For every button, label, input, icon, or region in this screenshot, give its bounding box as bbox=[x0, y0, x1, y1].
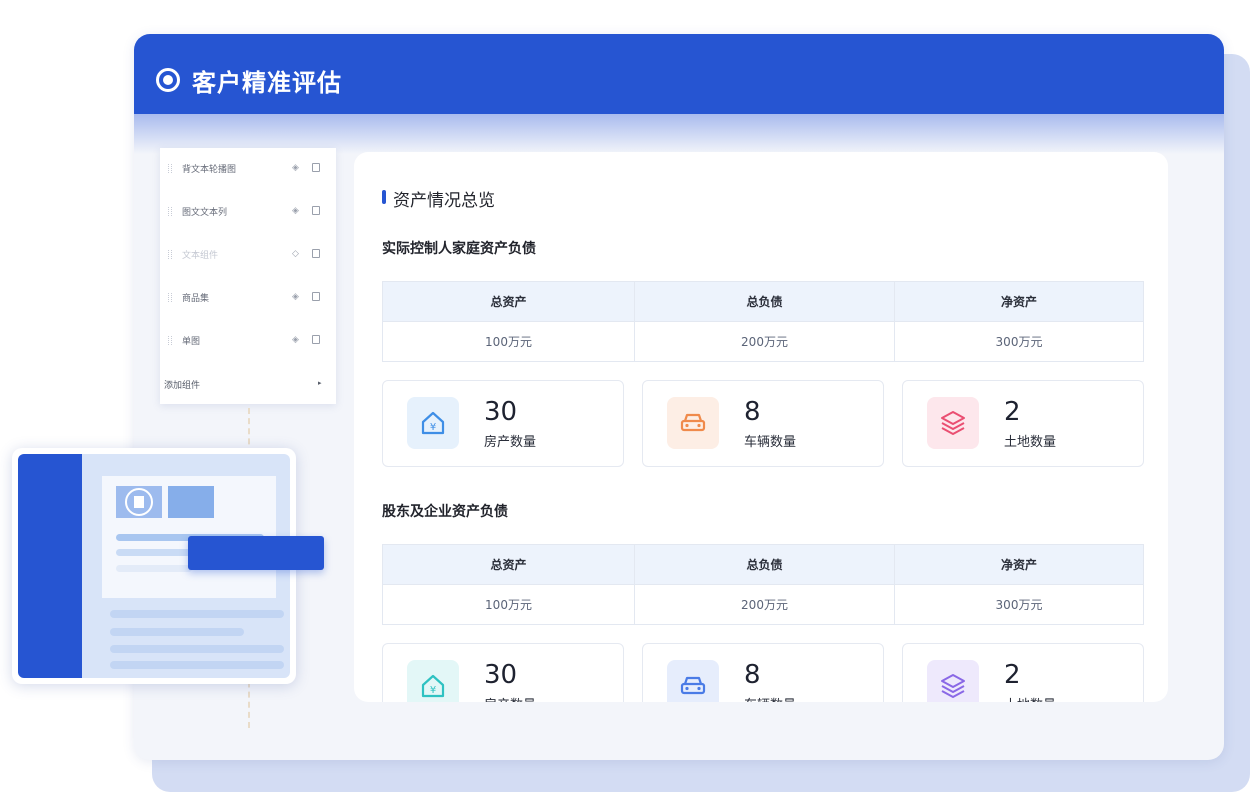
stat-value: 30 bbox=[484, 397, 518, 427]
component-item[interactable]: 图文文本列 ◈ bbox=[160, 201, 336, 221]
asset-table: 总资产 总负债 净资产 100万元 200万元 300万元 bbox=[382, 544, 1144, 625]
header-cell: 总负债 bbox=[634, 281, 895, 322]
section-title: 资产情况总览 bbox=[393, 191, 495, 211]
copy-icon[interactable] bbox=[312, 335, 320, 344]
component-item[interactable]: 文本组件 ◇ bbox=[160, 244, 336, 264]
stat-card-property: ¥ 30 房产数量 bbox=[382, 643, 624, 702]
value-cell: 200万元 bbox=[634, 584, 895, 625]
component-label: 文本组件 bbox=[182, 251, 219, 261]
value-cell: 200万元 bbox=[634, 321, 895, 362]
component-list-panel: 背文本轮播图 ◈ 图文文本列 ◈ 文本组件 ◇ 商品集 ◈ 单图 ◈ 添加组件 … bbox=[160, 148, 336, 404]
eye-icon[interactable]: ◈ bbox=[292, 206, 299, 216]
stat-label: 车辆数量 bbox=[744, 435, 797, 450]
component-item[interactable]: 商品集 ◈ bbox=[160, 287, 336, 307]
value-cell: 300万元 bbox=[894, 321, 1144, 362]
add-component-button[interactable]: 添加组件 bbox=[164, 378, 200, 391]
stat-label: 车辆数量 bbox=[744, 694, 796, 702]
stat-card-land: 2 土地数量 bbox=[902, 643, 1144, 702]
document-icon bbox=[116, 486, 162, 518]
component-item[interactable]: 背文本轮播图 ◈ bbox=[160, 158, 336, 178]
header-cell: 净资产 bbox=[894, 544, 1144, 585]
preview-line bbox=[116, 549, 192, 556]
stat-value: 30 bbox=[484, 660, 518, 690]
layers-icon bbox=[927, 397, 979, 449]
window-header: 客户精准评估 bbox=[134, 34, 1224, 120]
preview-line bbox=[110, 610, 284, 618]
drag-handle-icon[interactable] bbox=[168, 207, 172, 216]
svg-text:¥: ¥ bbox=[430, 685, 436, 696]
copy-icon[interactable] bbox=[312, 249, 320, 258]
header-cell: 总资产 bbox=[382, 281, 635, 322]
value-cell: 300万元 bbox=[894, 584, 1144, 625]
component-item[interactable]: 单图 ◈ bbox=[160, 330, 336, 350]
component-label: 图文文本列 bbox=[182, 208, 228, 218]
subsection-title: 股东及企业资产负债 bbox=[382, 504, 508, 520]
preview-line bbox=[116, 565, 192, 572]
header-cell: 净资产 bbox=[894, 281, 1144, 322]
stat-value: 8 bbox=[744, 660, 761, 690]
eye-icon[interactable]: ◈ bbox=[292, 292, 299, 302]
asset-overview-card: 资产情况总览 实际控制人家庭资产负债 总资产 总负债 净资产 100万元 200… bbox=[354, 152, 1168, 702]
header-cell: 总资产 bbox=[382, 544, 635, 585]
value-cell: 100万元 bbox=[382, 321, 635, 362]
component-label: 商品集 bbox=[182, 294, 210, 304]
stage: 客户精准评估 背文本轮播图 ◈ 图文文本列 ◈ 文本组件 ◇ 商品集 ◈ 单图 … bbox=[0, 0, 1258, 794]
header-cell: 总负债 bbox=[634, 544, 895, 585]
section-marker bbox=[382, 190, 386, 204]
copy-icon[interactable] bbox=[312, 206, 320, 215]
copy-icon[interactable] bbox=[312, 163, 320, 172]
preview-line bbox=[110, 628, 244, 636]
layers-icon bbox=[927, 660, 979, 702]
eye-icon[interactable]: ◈ bbox=[292, 335, 299, 345]
eye-off-icon[interactable]: ◇ bbox=[292, 249, 299, 259]
car-icon bbox=[667, 660, 719, 702]
stat-card-property: ¥ 30 房产数量 bbox=[382, 380, 624, 467]
component-label: 单图 bbox=[182, 337, 201, 347]
stat-value: 2 bbox=[1004, 397, 1021, 427]
subsection-title: 实际控制人家庭资产负债 bbox=[382, 241, 536, 257]
asset-table: 总资产 总负债 净资产 100万元 200万元 300万元 bbox=[382, 281, 1144, 362]
preview-block bbox=[168, 486, 214, 518]
car-icon bbox=[667, 397, 719, 449]
drag-preview-block bbox=[188, 536, 324, 570]
stat-card-vehicle: 8 车辆数量 bbox=[642, 643, 884, 702]
target-icon bbox=[156, 68, 180, 92]
window-title: 客户精准评估 bbox=[192, 69, 342, 97]
stat-label: 土地数量 bbox=[1004, 435, 1057, 450]
house-icon: ¥ bbox=[407, 397, 459, 449]
stat-label: 土地数量 bbox=[1004, 694, 1056, 702]
drag-handle-icon[interactable] bbox=[168, 164, 172, 173]
copy-icon[interactable] bbox=[312, 292, 320, 301]
stat-card-land: 2 土地数量 bbox=[902, 380, 1144, 467]
drag-handle-icon[interactable] bbox=[168, 336, 172, 345]
stat-label: 房产数量 bbox=[484, 435, 537, 450]
stat-value: 8 bbox=[744, 397, 761, 427]
chevron-right-icon[interactable]: ▸ bbox=[318, 379, 322, 387]
svg-text:¥: ¥ bbox=[430, 422, 436, 433]
eye-icon[interactable]: ◈ bbox=[292, 163, 299, 173]
app-window: 客户精准评估 背文本轮播图 ◈ 图文文本列 ◈ 文本组件 ◇ 商品集 ◈ 单图 … bbox=[134, 34, 1224, 760]
preview-sidebar bbox=[18, 454, 82, 678]
drag-handle-icon[interactable] bbox=[168, 250, 172, 259]
preview-line bbox=[110, 661, 284, 669]
house-icon: ¥ bbox=[407, 660, 459, 702]
value-cell: 100万元 bbox=[382, 584, 635, 625]
stat-value: 2 bbox=[1004, 660, 1021, 690]
stat-card-vehicle: 8 车辆数量 bbox=[642, 380, 884, 467]
component-label: 背文本轮播图 bbox=[182, 165, 237, 175]
stat-label: 房产数量 bbox=[484, 694, 536, 702]
drag-handle-icon[interactable] bbox=[168, 293, 172, 302]
preview-line bbox=[110, 645, 284, 653]
